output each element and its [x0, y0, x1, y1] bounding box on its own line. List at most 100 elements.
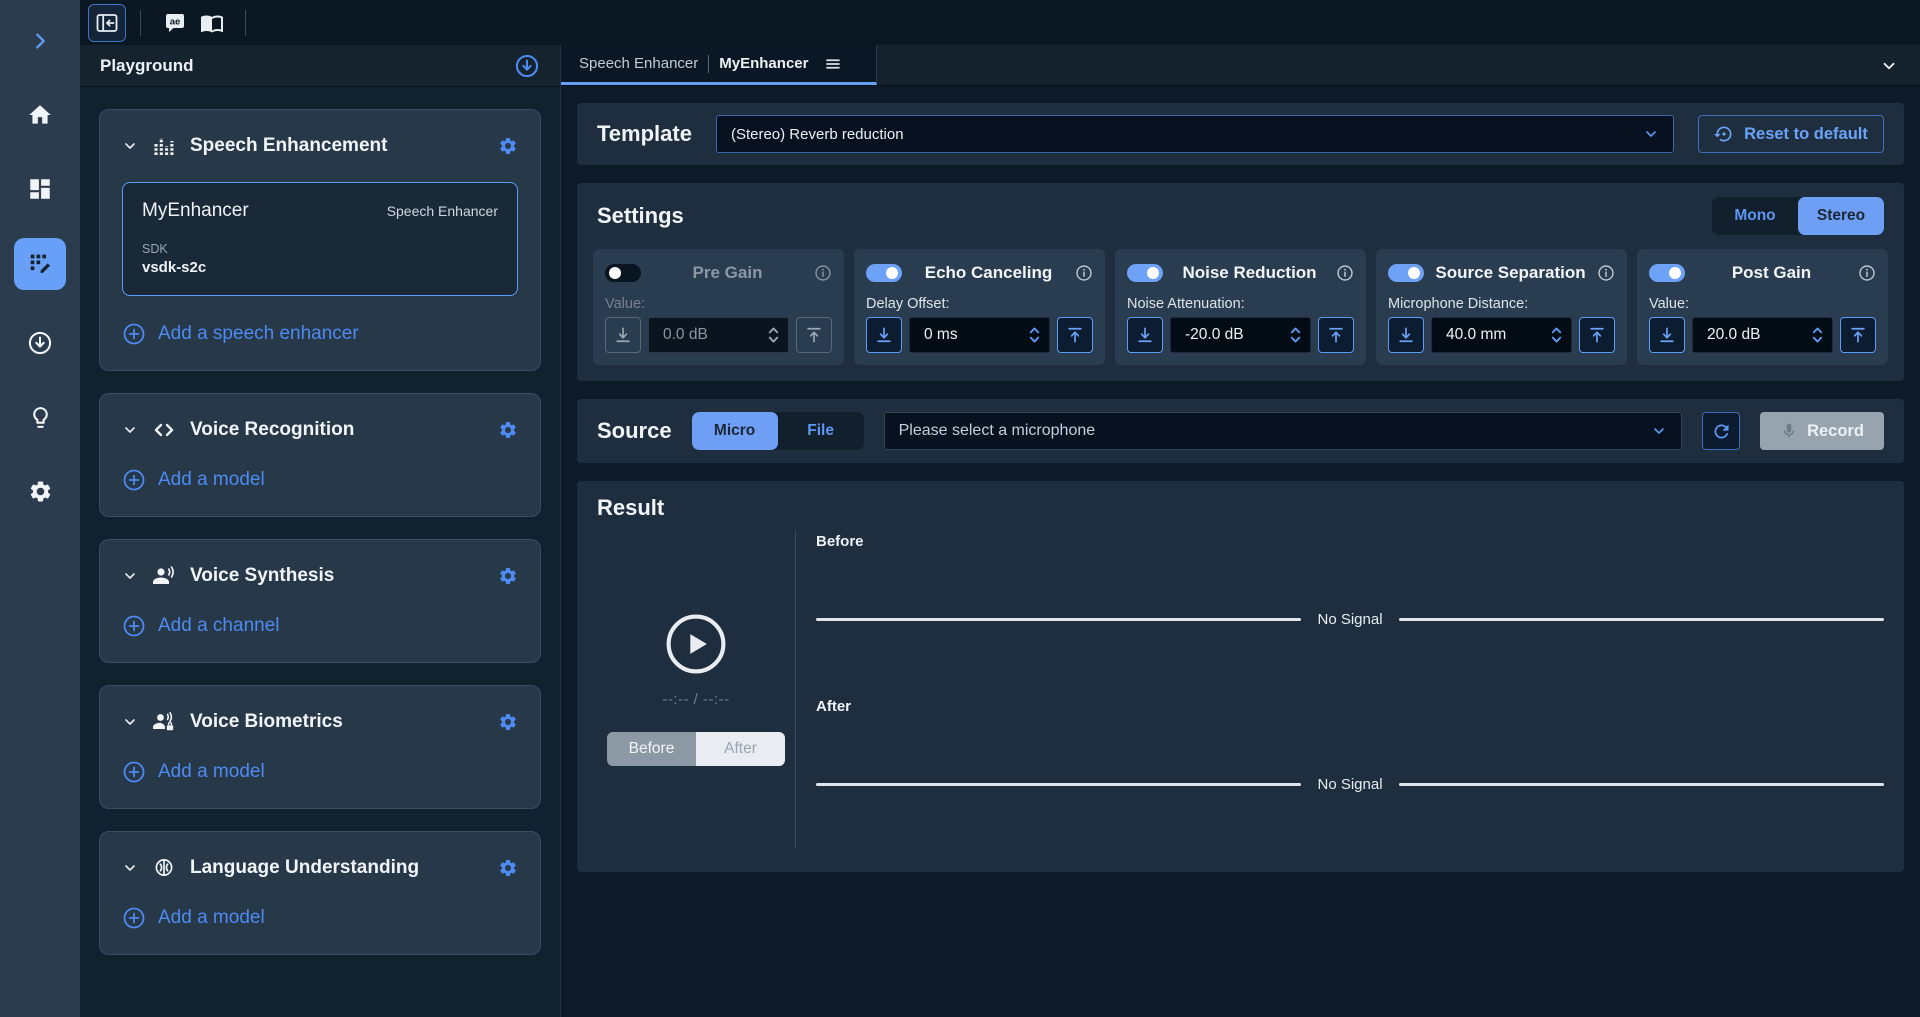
export-playground-button[interactable]	[514, 53, 540, 79]
collapse-panel-icon	[98, 15, 117, 31]
pre-gain-toggle[interactable]	[605, 264, 641, 282]
record-label: Record	[1807, 422, 1864, 441]
add-label: Add a speech enhancer	[158, 323, 359, 345]
card-pre-gain: Pre Gain Value: 0.0 dB	[593, 249, 844, 365]
max-value-button[interactable]	[796, 317, 832, 353]
source-separation-toggle[interactable]	[1388, 264, 1424, 282]
reset-to-default-button[interactable]: Reset to default	[1698, 115, 1884, 153]
info-icon[interactable]	[1075, 264, 1093, 282]
file-option[interactable]: File	[778, 412, 864, 450]
collapse-section-chevron[interactable]	[122, 714, 138, 730]
min-value-button[interactable]	[1127, 317, 1163, 353]
min-value-button[interactable]	[1649, 317, 1685, 353]
info-icon[interactable]	[1858, 264, 1876, 282]
add-model-button[interactable]: Add a model	[122, 906, 518, 930]
waveform-line	[1399, 618, 1884, 621]
card-title: Post Gain	[1685, 263, 1858, 283]
microphone-placeholder: Please select a microphone	[899, 422, 1641, 440]
model-card-myenhancer[interactable]: MyEnhancer Speech Enhancer SDK vsdk-s2c	[122, 182, 518, 296]
nav-settings[interactable]	[27, 478, 53, 504]
section-settings-button[interactable]	[498, 858, 518, 878]
value-input[interactable]: 0 ms	[909, 317, 1050, 353]
playground-icon	[31, 255, 50, 273]
value-stepper[interactable]	[1027, 324, 1042, 346]
collapse-section-chevron[interactable]	[122, 568, 138, 584]
mono-option[interactable]: Mono	[1712, 197, 1798, 235]
plus-circle-icon	[122, 468, 146, 492]
microphone-select[interactable]: Please select a microphone	[884, 412, 1682, 450]
before-option[interactable]: Before	[607, 732, 696, 766]
nav-ideas[interactable]	[27, 404, 53, 430]
value-stepper[interactable]	[1288, 324, 1303, 346]
dictionary-button[interactable]	[155, 4, 193, 42]
value-stepper[interactable]	[1549, 324, 1564, 346]
template-select[interactable]: (Stereo) Reverb reduction	[716, 115, 1674, 153]
section-settings-button[interactable]	[498, 136, 518, 156]
section-title: Voice Recognition	[190, 419, 484, 441]
add-model-button[interactable]: Add a model	[122, 468, 518, 492]
add-model-button[interactable]: Add a model	[122, 760, 518, 784]
plus-circle-icon	[122, 760, 146, 784]
section-settings-button[interactable]	[498, 712, 518, 732]
card-noise-reduction: Noise Reduction Noise Attenuation: -20.0…	[1115, 249, 1366, 365]
section-settings-button[interactable]	[498, 420, 518, 440]
echo-canceling-toggle[interactable]	[866, 264, 902, 282]
add-label: Add a channel	[158, 615, 280, 637]
nav-home[interactable]	[27, 102, 53, 128]
max-value-button[interactable]	[1579, 317, 1615, 353]
collapse-section-chevron[interactable]	[122, 422, 138, 438]
min-value-button[interactable]	[605, 317, 641, 353]
nav-dashboard[interactable]	[27, 176, 53, 202]
nav-playground-active[interactable]	[14, 238, 66, 290]
tab-speech-enhancer-myenhancer[interactable]: Speech Enhancer MyEnhancer	[561, 45, 877, 85]
template-title: Template	[597, 121, 692, 147]
value-input[interactable]: 20.0 dB	[1692, 317, 1833, 353]
value-input[interactable]: 0.0 dB	[648, 317, 789, 353]
section-settings-button[interactable]	[498, 566, 518, 586]
collapse-section-chevron[interactable]	[122, 860, 138, 876]
info-icon[interactable]	[1336, 264, 1354, 282]
info-icon[interactable]	[814, 264, 832, 282]
section-language-understanding: Language Understanding Add a model	[99, 831, 541, 955]
value-text: -20.0 dB	[1185, 326, 1288, 344]
tab-group-label: Speech Enhancer	[579, 55, 698, 72]
refresh-devices-button[interactable]	[1702, 412, 1740, 450]
micro-option[interactable]: Micro	[692, 412, 778, 450]
expand-rail-button[interactable]	[27, 28, 53, 54]
stereo-option[interactable]: Stereo	[1798, 197, 1884, 235]
value-stepper[interactable]	[1810, 324, 1825, 346]
tab-list-chevron-down[interactable]	[1880, 57, 1898, 75]
nav-downloads[interactable]	[27, 330, 53, 356]
value-input[interactable]: 40.0 mm	[1431, 317, 1572, 353]
min-value-button[interactable]	[1388, 317, 1424, 353]
play-button[interactable]	[665, 613, 727, 675]
result-title: Result	[597, 495, 1884, 521]
noise-reduction-toggle[interactable]	[1127, 264, 1163, 282]
add-channel-button[interactable]: Add a channel	[122, 614, 518, 638]
post-gain-toggle[interactable]	[1649, 264, 1685, 282]
top-toolbar	[80, 0, 1920, 45]
tab-menu-icon[interactable]	[824, 55, 842, 73]
min-value-button[interactable]	[866, 317, 902, 353]
after-waveform: No Signal	[816, 715, 1884, 855]
icon-rail	[0, 0, 80, 1017]
max-value-button[interactable]	[1318, 317, 1354, 353]
toolbar-divider	[245, 10, 246, 36]
documentation-button[interactable]	[193, 4, 231, 42]
arrow-down-to-line-icon	[1400, 328, 1412, 341]
max-value-button[interactable]	[1057, 317, 1093, 353]
source-title: Source	[597, 418, 672, 444]
after-option[interactable]: After	[696, 732, 785, 766]
toggle-panel-button[interactable]	[88, 4, 126, 42]
value-stepper[interactable]	[766, 324, 781, 346]
record-button[interactable]: Record	[1760, 412, 1884, 450]
value-input[interactable]: -20.0 dB	[1170, 317, 1311, 353]
add-speech-enhancer-button[interactable]: Add a speech enhancer	[122, 322, 518, 346]
collapse-section-chevron[interactable]	[122, 138, 138, 154]
chevron-down-icon	[1643, 126, 1659, 142]
section-voice-biometrics: Voice Biometrics Add a model	[99, 685, 541, 809]
max-value-button[interactable]	[1840, 317, 1876, 353]
waveform-channels: Before No Signal After No Signal	[796, 525, 1884, 854]
card-title: Pre Gain	[641, 263, 814, 283]
info-icon[interactable]	[1597, 264, 1615, 282]
